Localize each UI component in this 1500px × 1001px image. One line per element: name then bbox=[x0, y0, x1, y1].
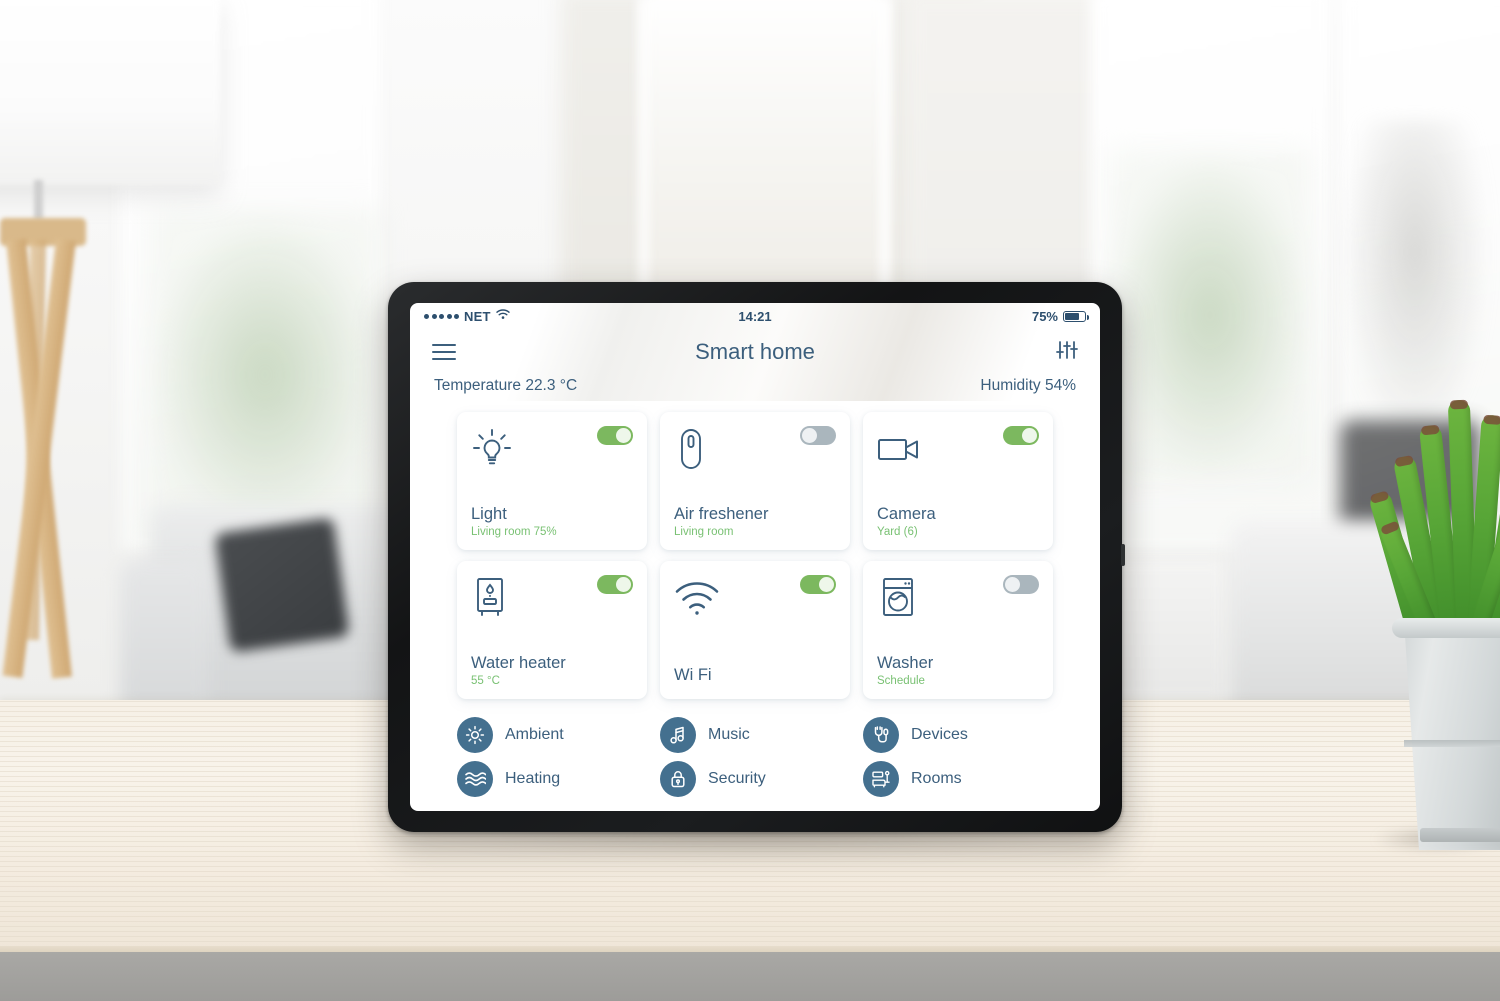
card-body: Air freshener Living room bbox=[674, 505, 836, 538]
toggle-wifi[interactable] bbox=[800, 575, 836, 594]
toggle-water-heater[interactable] bbox=[597, 575, 633, 594]
device-card-air-freshener[interactable]: Air freshener Living room bbox=[660, 412, 850, 550]
nav-item-security[interactable]: Security bbox=[660, 761, 850, 797]
toggle-washer[interactable] bbox=[1003, 575, 1039, 594]
card-title: Washer bbox=[877, 654, 934, 673]
wifi-icon bbox=[674, 575, 720, 621]
card-body: Light Living room 75% bbox=[471, 505, 633, 538]
foliage-left bbox=[150, 210, 380, 540]
card-body: Washer Schedule bbox=[877, 654, 1039, 687]
device-card-wifi[interactable]: Wi Fi bbox=[660, 561, 850, 699]
card-title: Water heater bbox=[471, 654, 566, 673]
lock-icon bbox=[660, 761, 696, 797]
nav-item-music[interactable]: Music bbox=[660, 717, 850, 753]
nav-item-label: Heating bbox=[505, 770, 561, 787]
card-header bbox=[877, 426, 1039, 472]
nav-item-label: Security bbox=[708, 770, 766, 787]
floor-lamp-neck bbox=[34, 180, 43, 220]
card-subtitle: Yard (6) bbox=[877, 526, 918, 538]
music-note-icon bbox=[660, 717, 696, 753]
nav-item-devices[interactable]: Devices bbox=[863, 717, 1053, 753]
furniture-icon bbox=[863, 761, 899, 797]
card-header bbox=[674, 575, 836, 621]
nav-item-ambient[interactable]: Ambient bbox=[457, 717, 647, 753]
card-title: Wi Fi bbox=[674, 666, 712, 685]
radiator bbox=[1105, 560, 1225, 700]
lightbulb-icon bbox=[471, 426, 513, 472]
sofa-arm bbox=[120, 560, 210, 720]
card-subtitle: Schedule bbox=[877, 675, 925, 687]
card-body: Wi Fi bbox=[674, 666, 836, 687]
device-card-grid: Light Living room 75% Air freshener Livi… bbox=[410, 395, 1100, 699]
toggle-air-freshener[interactable] bbox=[800, 426, 836, 445]
video-camera-icon bbox=[877, 426, 925, 472]
card-subtitle: Living room bbox=[674, 526, 734, 538]
nav-item-label: Rooms bbox=[911, 770, 962, 787]
metal-bucket-rim bbox=[1392, 618, 1500, 638]
device-card-water-heater[interactable]: Water heater 55 °C bbox=[457, 561, 647, 699]
device-card-camera[interactable]: Camera Yard (6) bbox=[863, 412, 1053, 550]
card-header bbox=[471, 575, 633, 621]
metal-bucket-base bbox=[1420, 828, 1500, 842]
humidity-readout: Humidity 54% bbox=[980, 377, 1076, 394]
card-title: Camera bbox=[877, 505, 936, 524]
card-body: Water heater 55 °C bbox=[471, 654, 633, 687]
card-header bbox=[471, 426, 633, 472]
clock: 14:21 bbox=[738, 308, 772, 324]
status-bar: NET 14:21 75% bbox=[410, 303, 1100, 329]
card-subtitle: 55 °C bbox=[471, 675, 500, 687]
floor bbox=[0, 952, 1500, 1001]
device-card-washer[interactable]: Washer Schedule bbox=[863, 561, 1053, 699]
tablet-power-button[interactable] bbox=[1121, 544, 1125, 566]
tablet-device: NET 14:21 75% Smart home Temperature 22.… bbox=[388, 282, 1125, 832]
nav-item-heating[interactable]: Heating bbox=[457, 761, 647, 797]
nav-item-label: Music bbox=[708, 726, 750, 743]
waves-icon bbox=[457, 761, 493, 797]
toggle-light[interactable] bbox=[597, 426, 633, 445]
sofa-cushion-dark bbox=[214, 517, 350, 653]
card-header bbox=[674, 426, 836, 472]
temperature-readout: Temperature 22.3 °C bbox=[434, 377, 578, 394]
shortcut-nav-grid: Ambient Music Devices Heating Security R… bbox=[410, 699, 1100, 797]
water-heater-icon bbox=[471, 575, 509, 621]
environment-readouts: Temperature 22.3 °C Humidity 54% bbox=[410, 377, 1100, 395]
foliage-right bbox=[1110, 150, 1310, 480]
nav-item-label: Devices bbox=[911, 726, 968, 743]
card-header bbox=[877, 575, 1039, 621]
washing-machine-icon bbox=[877, 575, 919, 621]
page-title: Smart home bbox=[695, 339, 815, 364]
metal-bucket-band bbox=[1404, 740, 1500, 747]
sun-icon bbox=[457, 717, 493, 753]
nav-item-label: Ambient bbox=[505, 726, 564, 743]
nav-item-rooms[interactable]: Rooms bbox=[863, 761, 1053, 797]
plug-icon bbox=[863, 717, 899, 753]
floor-lamp-shade bbox=[0, 0, 220, 185]
battery-icon bbox=[1063, 310, 1089, 322]
air-freshener-icon bbox=[674, 426, 708, 472]
app-bar: Smart home bbox=[410, 329, 1100, 375]
card-subtitle: Living room 75% bbox=[471, 526, 557, 538]
window-center bbox=[640, 0, 890, 320]
tablet-screen: NET 14:21 75% Smart home Temperature 22.… bbox=[410, 303, 1100, 811]
card-title: Air freshener bbox=[674, 505, 769, 524]
card-body: Camera Yard (6) bbox=[877, 505, 1039, 538]
card-title: Light bbox=[471, 505, 507, 524]
toggle-camera[interactable] bbox=[1003, 426, 1039, 445]
device-card-light[interactable]: Light Living room 75% bbox=[457, 412, 647, 550]
succulent-plant bbox=[1367, 399, 1500, 641]
